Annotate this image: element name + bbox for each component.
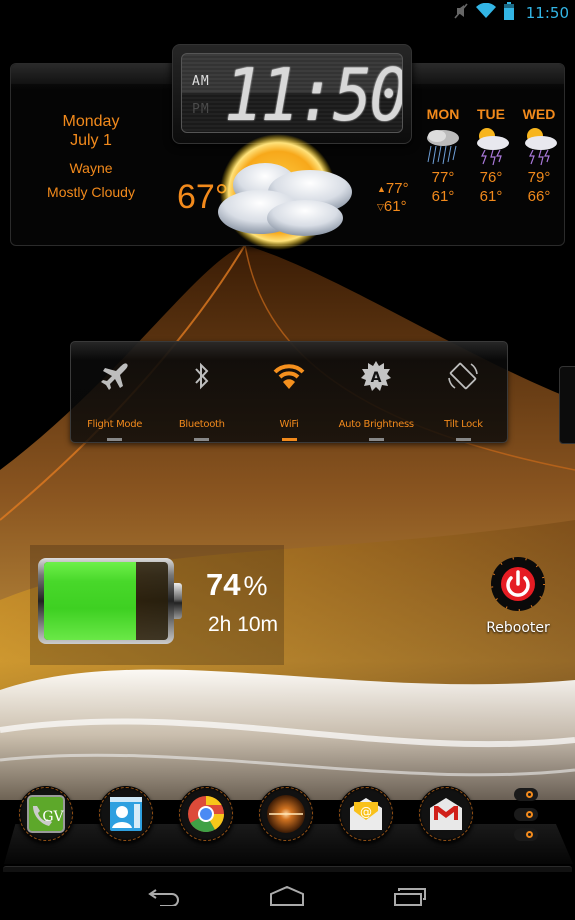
forecast-high: 77° — [431, 169, 455, 186]
toggle-indicator — [455, 438, 471, 441]
weather-condition: Mostly Cloudy — [47, 184, 135, 200]
city: Wayne — [69, 160, 113, 176]
dock-app-chrome[interactable] — [178, 786, 234, 842]
today-low: 61° — [383, 198, 407, 216]
toggle-flight-mode[interactable]: Flight Mode — [71, 356, 158, 442]
rotate-icon — [447, 356, 479, 396]
clock-face: AM PM 11:50 — [181, 53, 403, 133]
status-clock: 11:50 — [525, 4, 569, 22]
toggle-label: Auto Brightness — [338, 419, 414, 430]
toggle-bluetooth[interactable]: Bluetooth — [158, 356, 245, 442]
power-icon — [490, 556, 546, 612]
forecast-high: 79° — [527, 169, 551, 186]
thunderstorm-icon — [469, 126, 513, 168]
forecast: MON 77° 61° TUE 76° 61° WED 79° 66° — [421, 106, 561, 206]
dock-app-launcher-orb[interactable] — [258, 786, 314, 842]
battery-widget[interactable]: 74% 2h 10m — [30, 545, 284, 665]
recents-button[interactable] — [380, 878, 440, 914]
forecast-day-name: WED — [522, 106, 556, 122]
auto-brightness-icon: A — [360, 356, 392, 396]
power-toggle-widget: Flight Mode Bluetooth WiFi A Auto Bright… — [70, 341, 508, 443]
back-icon — [148, 889, 179, 906]
battery-terminal — [174, 583, 182, 619]
forecast-high: 76° — [479, 169, 503, 186]
toggle-label: Bluetooth — [178, 419, 225, 430]
battery-percent: 74% — [206, 567, 268, 603]
svg-text:GV: GV — [42, 809, 64, 825]
forecast-day-name: TUE — [477, 106, 505, 122]
bluetooth-icon — [192, 356, 212, 396]
toggle-auto-brightness[interactable]: A Auto Brightness — [333, 356, 420, 442]
today-high-low: ▲77° ▽61° — [377, 180, 409, 216]
pm-indicator: PM — [192, 102, 210, 117]
thunderstorm-icon — [517, 126, 561, 168]
dock-app-google-voice[interactable]: GV — [18, 786, 74, 842]
navigation-bar — [0, 872, 575, 920]
dock-app-gmail[interactable] — [418, 786, 474, 842]
airplane-icon — [99, 356, 131, 396]
partly-cloudy-icon — [210, 130, 380, 260]
battery-level-fill — [44, 562, 136, 640]
date-location-block: Monday July 1 Wayne Mostly Cloudy — [31, 112, 151, 200]
date: July 1 — [70, 132, 112, 149]
mute-icon — [454, 2, 468, 24]
wifi-icon — [272, 356, 306, 396]
gmail-icon — [430, 798, 462, 830]
status-bar: 11:50 — [0, 0, 575, 26]
forecast-day: WED 79° 66° — [517, 106, 561, 206]
digital-clock[interactable]: AM PM 11:50 — [172, 44, 412, 144]
toggle-indicator — [194, 438, 210, 441]
toggle-wifi[interactable]: WiFi — [245, 356, 332, 442]
dock-app-email[interactable]: @ — [338, 786, 394, 842]
wifi-icon — [475, 2, 496, 24]
orb-icon — [267, 795, 305, 833]
rebooter-label: Rebooter — [486, 620, 550, 636]
chrome-icon — [188, 796, 224, 833]
dock-app-contacts[interactable] — [98, 786, 154, 842]
weekday: Monday — [62, 113, 120, 130]
toggle-indicator — [281, 438, 297, 441]
svg-text:@: @ — [360, 805, 372, 819]
svg-text:A: A — [371, 370, 382, 386]
toggle-label: WiFi — [279, 419, 299, 430]
forecast-day-name: MON — [426, 106, 460, 122]
toggle-label: Tilt Lock — [444, 419, 483, 430]
contacts-icon — [110, 797, 142, 831]
toggle-label: Flight Mode — [87, 419, 143, 430]
clock-digits: 11:50 — [224, 53, 403, 133]
forecast-low: 61° — [479, 188, 503, 205]
toggle-tilt-lock[interactable]: Tilt Lock — [420, 356, 507, 442]
forecast-day: TUE 76° 61° — [469, 106, 513, 206]
battery-graphic — [38, 558, 174, 644]
forecast-day: MON 77° 61° — [421, 106, 465, 206]
home-button[interactable] — [257, 878, 317, 914]
battery-percent-value: 74 — [206, 567, 241, 602]
battery-icon — [503, 1, 514, 25]
dock: GV @ — [0, 780, 575, 874]
forecast-low: 66° — [527, 188, 551, 205]
rain-icon — [421, 126, 465, 168]
rebooter-shortcut[interactable]: Rebooter — [483, 556, 553, 636]
battery-percent-unit: % — [243, 571, 268, 601]
forecast-low: 61° — [431, 188, 455, 205]
battery-time-remaining: 2h 10m — [208, 613, 279, 636]
home-icon — [270, 886, 304, 906]
toggle-indicator — [368, 438, 384, 441]
back-button[interactable] — [135, 878, 195, 914]
dock-menu-icon[interactable] — [514, 788, 538, 848]
email-icon: @ — [350, 798, 382, 830]
google-voice-icon: GV — [27, 795, 65, 833]
am-indicator: AM — [192, 74, 210, 89]
recents-icon — [394, 888, 426, 906]
side-drawer-handle[interactable] — [559, 366, 575, 444]
toggle-indicator — [107, 438, 123, 441]
today-high: 77° — [385, 180, 409, 197]
